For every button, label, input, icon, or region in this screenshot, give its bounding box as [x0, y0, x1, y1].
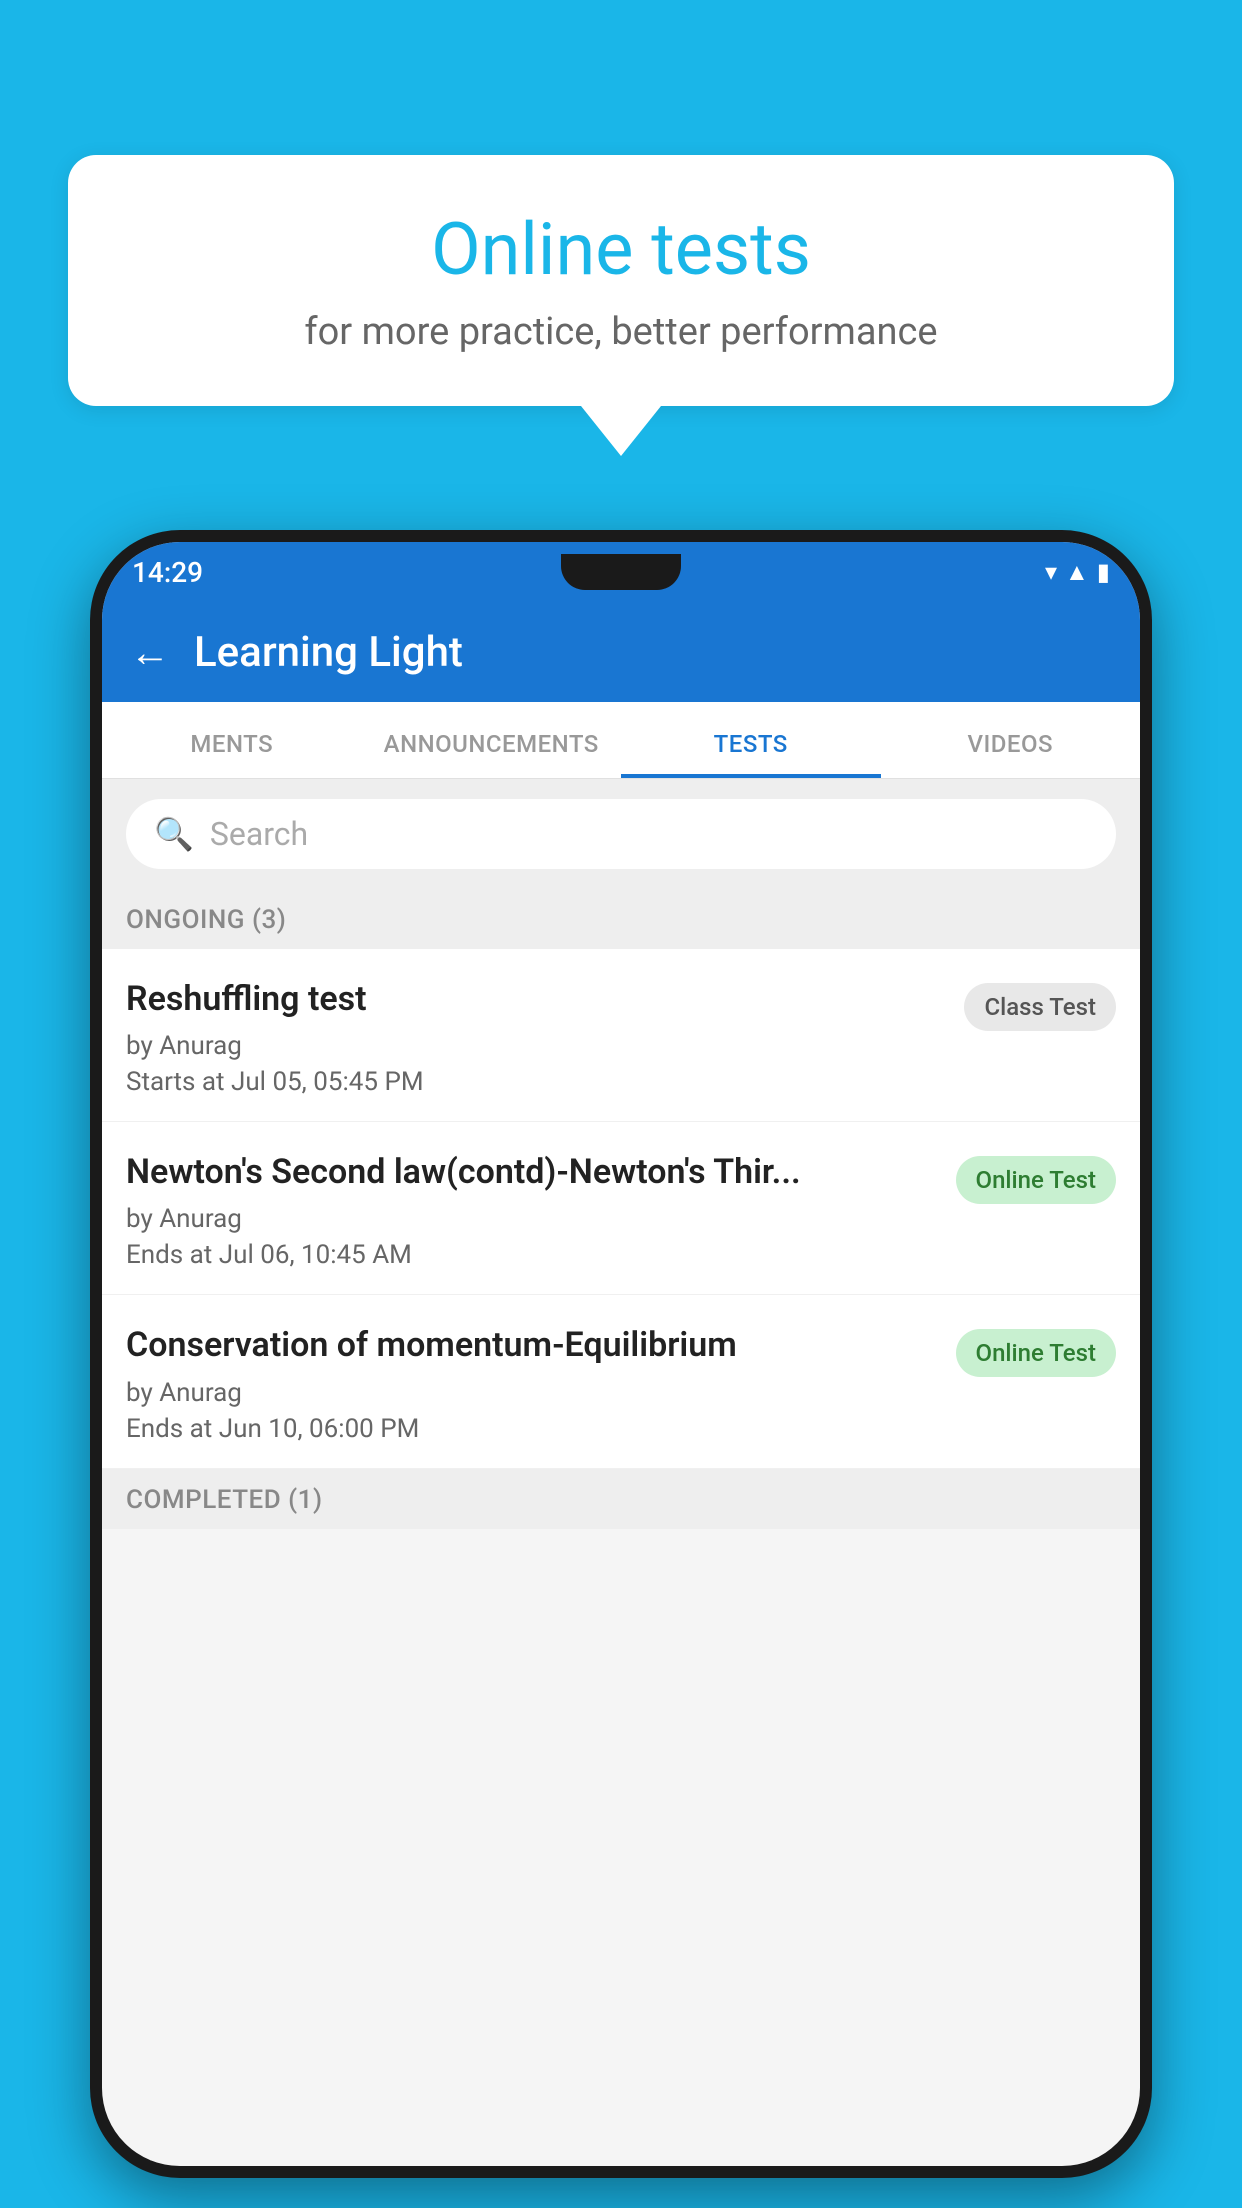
status-icons: ▾ ▲ ▮	[1045, 558, 1110, 587]
test-item-reshuffling[interactable]: Reshuffling test by Anurag Starts at Jul…	[102, 949, 1140, 1122]
tabs-container: MENTS ANNOUNCEMENTS TESTS VIDEOS	[102, 702, 1140, 779]
test-item-conservation[interactable]: Conservation of momentum-Equilibrium by …	[102, 1295, 1140, 1468]
test-name-conservation: Conservation of momentum-Equilibrium	[126, 1323, 940, 1367]
tab-announcements[interactable]: ANNOUNCEMENTS	[362, 702, 622, 778]
test-info-reshuffling: Reshuffling test by Anurag Starts at Jul…	[126, 977, 948, 1097]
test-date-reshuffling: Starts at Jul 05, 05:45 PM	[126, 1067, 948, 1097]
phone-frame: 14:29 ▾ ▲ ▮ ← Learning Light MENTS ANNOU…	[90, 530, 1152, 2178]
test-badge-reshuffling: Class Test	[964, 983, 1116, 1031]
test-date-newton: Ends at Jul 06, 10:45 AM	[126, 1240, 940, 1270]
test-badge-conservation: Online Test	[956, 1329, 1116, 1377]
search-input[interactable]: Search	[210, 815, 308, 853]
test-name-newton: Newton's Second law(contd)-Newton's Thir…	[126, 1150, 940, 1194]
test-info-conservation: Conservation of momentum-Equilibrium by …	[126, 1323, 940, 1443]
phone-notch	[561, 554, 681, 590]
ongoing-section-title: ONGOING (3)	[126, 905, 286, 935]
app-title: Learning Light	[194, 628, 463, 677]
speech-bubble-pointer	[581, 406, 661, 456]
test-author-newton: by Anurag	[126, 1204, 940, 1234]
test-badge-newton: Online Test	[956, 1156, 1116, 1204]
test-info-newton: Newton's Second law(contd)-Newton's Thir…	[126, 1150, 940, 1270]
test-author-reshuffling: by Anurag	[126, 1031, 948, 1061]
tab-tests[interactable]: TESTS	[621, 702, 881, 778]
signal-icon: ▲	[1065, 558, 1089, 587]
test-author-conservation: by Anurag	[126, 1378, 940, 1408]
completed-section-header: COMPLETED (1)	[102, 1469, 1140, 1529]
speech-bubble-subtitle: for more practice, better performance	[128, 310, 1114, 354]
phone-inner: 14:29 ▾ ▲ ▮ ← Learning Light MENTS ANNOU…	[102, 542, 1140, 2166]
tab-ments[interactable]: MENTS	[102, 702, 362, 778]
test-date-conservation: Ends at Jun 10, 06:00 PM	[126, 1414, 940, 1444]
tab-videos[interactable]: VIDEOS	[881, 702, 1141, 778]
search-bar[interactable]: 🔍 Search	[126, 799, 1116, 869]
completed-section-title: COMPLETED (1)	[126, 1485, 323, 1515]
test-item-newton[interactable]: Newton's Second law(contd)-Newton's Thir…	[102, 1122, 1140, 1295]
test-list: Reshuffling test by Anurag Starts at Jul…	[102, 949, 1140, 1469]
search-icon: 🔍	[154, 815, 194, 853]
status-time: 14:29	[132, 556, 203, 589]
test-name-reshuffling: Reshuffling test	[126, 977, 948, 1021]
speech-bubble: Online tests for more practice, better p…	[68, 155, 1174, 406]
wifi-icon: ▾	[1045, 558, 1057, 586]
search-container: 🔍 Search	[102, 779, 1140, 889]
app-header: ← Learning Light	[102, 602, 1140, 702]
speech-bubble-title: Online tests	[128, 207, 1114, 292]
back-button[interactable]: ←	[130, 629, 170, 676]
battery-icon: ▮	[1097, 558, 1110, 586]
speech-bubble-container: Online tests for more practice, better p…	[68, 155, 1174, 456]
ongoing-section-header: ONGOING (3)	[102, 889, 1140, 949]
